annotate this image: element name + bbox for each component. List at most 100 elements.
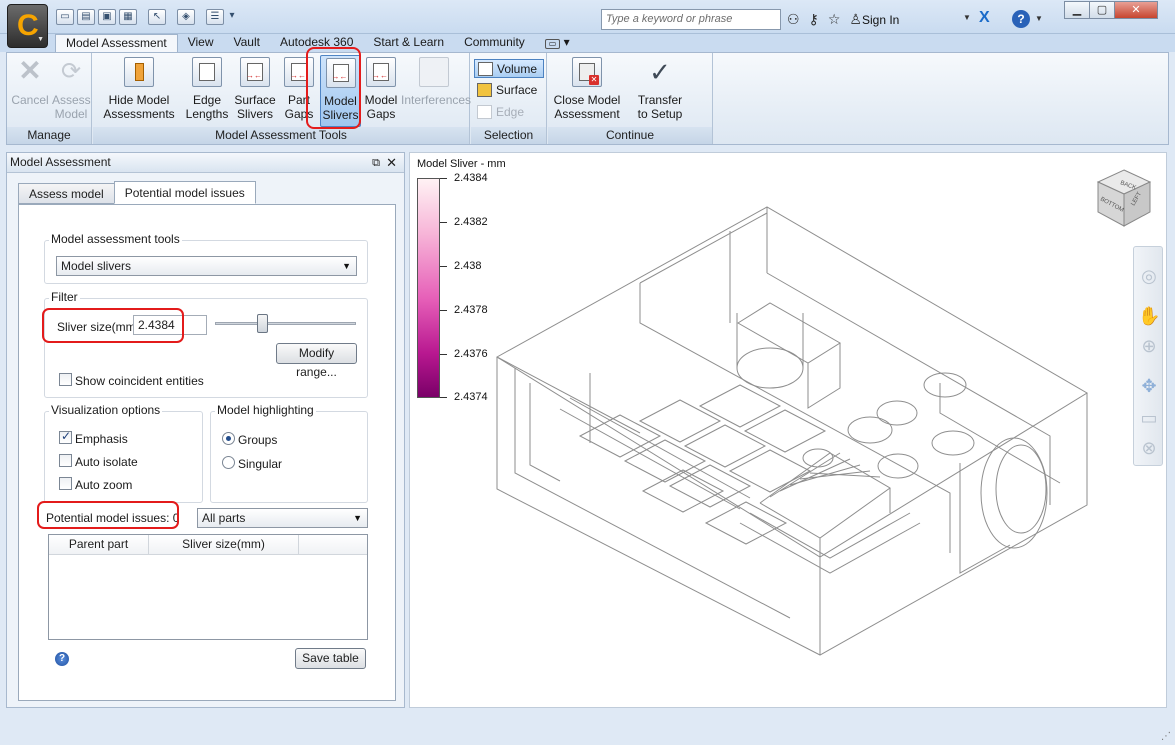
edge-icon	[477, 105, 492, 119]
qat-more-icon[interactable]: ▾	[227, 9, 237, 25]
panel-title: Model Assessment	[10, 155, 111, 169]
highlight-annotation	[37, 501, 179, 529]
surface-slivers-icon: →←	[240, 57, 270, 87]
hide-model-assessments-button[interactable]: Hide Model Assessments	[101, 55, 177, 121]
tab-content: Model assessment tools Model slivers ▼ F…	[18, 204, 396, 701]
parts-filter-select[interactable]: All parts ▼	[197, 508, 368, 528]
singular-radio[interactable]	[222, 456, 235, 469]
help-icon[interactable]: ?	[1012, 10, 1030, 28]
orbit-icon[interactable]: ✥	[1138, 375, 1160, 397]
graphics-viewport[interactable]: Model Sliver - mm 2.4384 2.4382 2.438 2.…	[409, 152, 1167, 708]
chevron-down-icon: ▼	[37, 36, 44, 43]
tab-assess-model[interactable]: Assess model	[18, 183, 115, 204]
open-folder-icon[interactable]: ▤	[77, 9, 95, 25]
cancel-button[interactable]: ✕ Cancel	[10, 55, 50, 108]
user-icon[interactable]: ♙	[849, 11, 862, 28]
hide-assessments-icon	[124, 57, 154, 87]
emphasis-checkbox[interactable]	[59, 429, 72, 444]
save-icon[interactable]: ▣	[98, 9, 116, 25]
column-parent-part[interactable]: Parent part	[49, 535, 149, 555]
column-sliver-size[interactable]: Sliver size(mm)	[149, 535, 299, 555]
transfer-to-setup-button[interactable]: ✓ Transfer to Setup	[630, 55, 690, 121]
chevron-down-icon[interactable]: ▼	[963, 13, 971, 22]
highlighting-group: Model highlighting	[210, 403, 368, 503]
sliver-size-slider[interactable]	[215, 322, 356, 325]
close-nav-icon[interactable]: ⊗	[1138, 437, 1160, 459]
select-icon[interactable]: ↖	[148, 9, 166, 25]
ribbon-options-icon[interactable]: ▭ ▾	[535, 34, 580, 52]
navigation-bar: ◎ ✋ ⊕ ✥ ▭ ⊗	[1133, 246, 1163, 466]
refresh-icon: ⟳	[60, 58, 82, 85]
minimize-icon[interactable]: ▁	[1064, 1, 1090, 19]
selection-surface[interactable]: Surface	[474, 81, 544, 100]
issues-table[interactable]: Parent part Sliver size(mm)	[48, 534, 368, 640]
slider-thumb[interactable]	[256, 314, 268, 333]
assessment-tool-select[interactable]: Model slivers ▼	[56, 256, 357, 276]
app-menu-button[interactable]: C ▼	[7, 4, 48, 48]
chevron-down-icon[interactable]: ▼	[1035, 14, 1043, 23]
float-panel-icon[interactable]: ⧉	[372, 154, 380, 173]
selection-volume[interactable]: Volume	[474, 59, 544, 78]
properties-icon[interactable]: ☰	[206, 9, 224, 25]
star-icon[interactable]: ☆	[828, 11, 841, 28]
edge-lengths-button[interactable]: Edge Lengths	[185, 55, 229, 121]
interferences-button[interactable]: Interferences	[401, 55, 471, 107]
tab-community[interactable]: Community	[454, 34, 535, 52]
binoculars-icon[interactable]: ⚇	[787, 11, 800, 28]
assess-model-button[interactable]: ⟳ Assess Model	[52, 55, 91, 121]
search-input[interactable]: Type a keyword or phrase	[601, 9, 781, 30]
emphasis-label: Emphasis	[75, 432, 128, 446]
title-bar: ▭ ▤ ▣ ▦ ↖ ◈ ☰ ▾ Type a keyword or phrase…	[0, 0, 1175, 34]
view-cube[interactable]: BACK BOTTOM LEFT	[1096, 168, 1152, 228]
zoom-icon[interactable]: ⊕	[1138, 335, 1160, 357]
maximize-icon[interactable]: ▢	[1089, 1, 1115, 19]
show-coincident-checkbox[interactable]	[59, 373, 72, 386]
new-file-icon[interactable]: ▭	[56, 9, 74, 25]
tab-potential-model-issues[interactable]: Potential model issues	[113, 181, 256, 204]
selection-edge[interactable]: Edge	[474, 103, 544, 122]
group-model-assessment-tools: Hide Model Assessments Edge Lengths →← S…	[93, 53, 471, 144]
highlight-annotation	[42, 308, 184, 343]
model-gaps-button[interactable]: →← Model Gaps	[363, 55, 399, 121]
close-icon[interactable]: ✕	[1114, 1, 1158, 19]
tab-model-assessment[interactable]: Model Assessment	[55, 34, 178, 52]
tab-vault[interactable]: Vault	[224, 34, 270, 52]
volume-icon	[478, 62, 493, 76]
visualization-group-title: Visualization options	[49, 403, 163, 417]
sign-in-link[interactable]: Sign In	[862, 13, 899, 27]
panel-tabs: Assess model Potential model issues	[18, 181, 256, 204]
auto-zoom-checkbox[interactable]	[59, 477, 72, 490]
save-table-button[interactable]: Save table	[295, 648, 366, 669]
look-at-icon[interactable]: ▭	[1138, 407, 1160, 429]
wireframe-model	[496, 206, 1088, 656]
modify-range-button[interactable]: Modify range...	[276, 343, 357, 379]
exchange-x-icon[interactable]: X	[979, 9, 990, 27]
pan-icon[interactable]: ✋	[1138, 305, 1160, 327]
group-manage: ✕ Cancel ⟳ Assess Model Manage	[7, 53, 92, 144]
model-assessment-panel: Model Assessment ⧉ ✕ Assess model Potent…	[6, 152, 405, 708]
resize-grip-icon[interactable]: ⋰	[1161, 731, 1171, 742]
group-continue: ✕ Close Model Assessment ✓ Transfer to S…	[548, 53, 713, 144]
part-icon[interactable]: ◈	[177, 9, 195, 25]
save-all-icon[interactable]: ▦	[119, 9, 137, 25]
checkmark-icon: ✓	[649, 57, 671, 87]
tab-view[interactable]: View	[178, 34, 224, 52]
singular-label: Singular	[238, 457, 283, 471]
panel-header: Model Assessment ⧉ ✕	[7, 153, 404, 173]
close-model-assessment-button[interactable]: ✕ Close Model Assessment	[551, 55, 623, 121]
key-icon[interactable]: ⚷	[809, 11, 819, 28]
interferences-icon	[419, 57, 449, 87]
surface-slivers-button[interactable]: →← Surface Slivers	[233, 55, 277, 121]
column-empty	[299, 535, 367, 555]
auto-isolate-checkbox[interactable]	[59, 454, 72, 467]
chevron-down-icon: ▼	[353, 513, 362, 523]
help-icon[interactable]: ?	[55, 652, 69, 666]
title-tools: ⚇ ⚷ ☆ ♙	[787, 11, 862, 28]
tools-group-title: Model assessment tools	[49, 232, 182, 246]
tab-start-learn[interactable]: Start & Learn	[363, 34, 454, 52]
groups-radio[interactable]	[222, 432, 235, 445]
app-logo-icon: C	[17, 9, 39, 42]
steering-wheel-icon[interactable]: ◎	[1138, 265, 1160, 287]
close-panel-icon[interactable]: ✕	[386, 153, 397, 172]
highlighting-group-title: Model highlighting	[215, 403, 316, 417]
